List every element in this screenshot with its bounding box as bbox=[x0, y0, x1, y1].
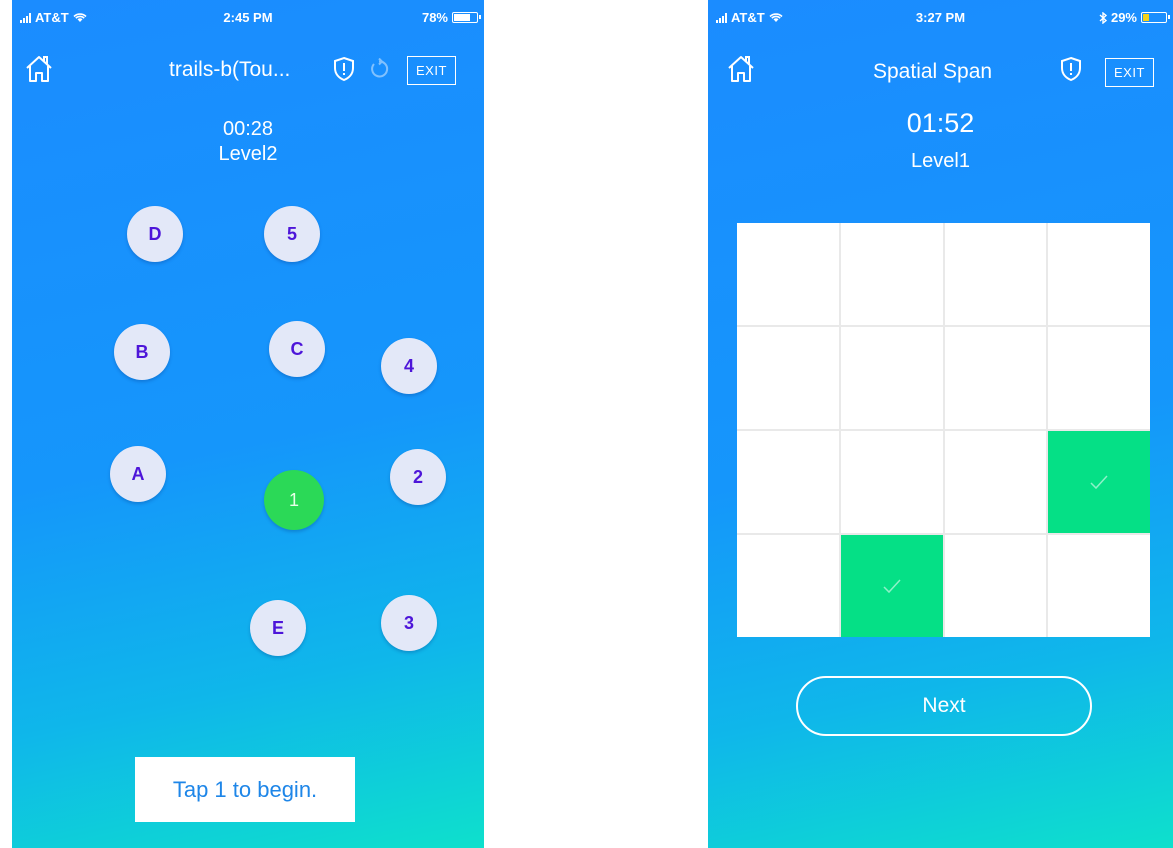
trail-node-2[interactable]: 2 bbox=[390, 449, 446, 505]
grid-cell[interactable] bbox=[840, 223, 943, 325]
level-label: Level1 bbox=[911, 150, 970, 172]
home-icon[interactable] bbox=[724, 52, 758, 86]
grid-cell[interactable] bbox=[1048, 327, 1150, 429]
status-time: 2:45 PM bbox=[223, 10, 273, 25]
trail-node-b[interactable]: B bbox=[114, 324, 170, 380]
spatial-span-grid bbox=[737, 223, 1150, 637]
checkmark-icon bbox=[1090, 475, 1108, 490]
timer: 01:52 bbox=[906, 108, 975, 138]
checkmark-icon bbox=[883, 579, 901, 594]
grid-cell-selected[interactable] bbox=[1048, 431, 1150, 533]
grid-cell[interactable] bbox=[1048, 223, 1150, 325]
grid-cell[interactable] bbox=[944, 431, 1047, 533]
trail-node-3[interactable]: 3 bbox=[381, 595, 437, 651]
grid-cell[interactable] bbox=[737, 431, 839, 533]
grid-cell[interactable] bbox=[944, 223, 1047, 325]
status-bar: AT&T 3:27 PM 29% bbox=[708, 0, 1173, 34]
status-bar: AT&T 2:45 PM 78% bbox=[12, 0, 484, 34]
shield-alert-icon[interactable] bbox=[1059, 56, 1083, 82]
battery: 78% bbox=[421, 10, 481, 25]
exit-button[interactable]: EXIT bbox=[407, 56, 456, 85]
grid-cell[interactable] bbox=[737, 535, 839, 637]
grid-cell[interactable] bbox=[737, 223, 839, 325]
bluetooth-icon bbox=[1099, 11, 1107, 24]
instruction-box: Tap 1 to begin. bbox=[135, 757, 355, 822]
nav-bar: Spatial Span EXIT bbox=[708, 52, 1173, 92]
next-button[interactable]: Next bbox=[796, 676, 1092, 736]
page-title: trails-b(Tou... bbox=[169, 58, 291, 81]
battery-icon bbox=[1141, 12, 1170, 23]
battery-icon bbox=[452, 12, 481, 23]
nav-bar: trails-b(Tou... EXIT bbox=[12, 52, 484, 92]
trail-node-e[interactable]: E bbox=[250, 600, 306, 656]
exit-button[interactable]: EXIT bbox=[1105, 58, 1154, 87]
grid-cell[interactable] bbox=[840, 431, 943, 533]
spatial-span-screen: AT&T 3:27 PM 29% Spatial Span EXIT 01:52… bbox=[708, 0, 1173, 848]
home-icon[interactable] bbox=[22, 52, 56, 86]
grid-cell-selected[interactable] bbox=[840, 535, 943, 637]
timer: 00:28 bbox=[222, 118, 274, 140]
trail-node-1[interactable]: 1 bbox=[264, 470, 324, 530]
grid-cell[interactable] bbox=[1048, 535, 1150, 637]
battery: 29% bbox=[1099, 10, 1170, 25]
page-title: Spatial Span bbox=[873, 60, 993, 83]
trail-node-4[interactable]: 4 bbox=[381, 338, 437, 394]
grid-cell[interactable] bbox=[944, 327, 1047, 429]
trail-node-c[interactable]: C bbox=[269, 321, 325, 377]
shield-alert-icon[interactable] bbox=[332, 56, 356, 82]
grid-cell[interactable] bbox=[737, 327, 839, 429]
restart-icon[interactable] bbox=[368, 58, 390, 80]
grid-cell[interactable] bbox=[944, 535, 1047, 637]
battery-percent: 29% bbox=[1110, 10, 1137, 25]
grid-cell[interactable] bbox=[840, 327, 943, 429]
trail-node-a[interactable]: A bbox=[110, 446, 166, 502]
trails-b-screen: AT&T 2:45 PM 78% trails-b(Tou... EXIT 00… bbox=[12, 0, 484, 848]
level-label: Level2 bbox=[218, 143, 278, 165]
trail-node-d[interactable]: D bbox=[127, 206, 183, 262]
trail-node-5[interactable]: 5 bbox=[264, 206, 320, 262]
battery-percent: 78% bbox=[421, 10, 448, 25]
